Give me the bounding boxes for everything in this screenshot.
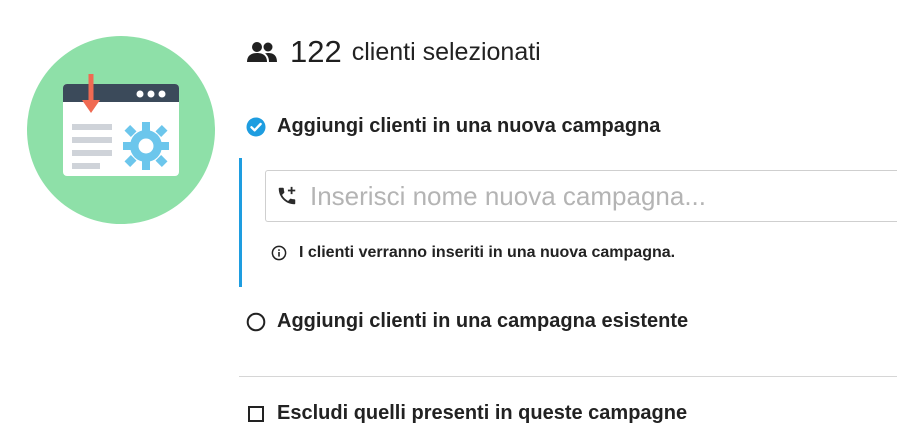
selected-label: clienti selezionati — [351, 37, 541, 66]
import-settings-illustration — [27, 36, 215, 224]
divider — [239, 376, 897, 377]
option-existing-campaign[interactable]: Aggiungi clienti in una campagna esisten… — [246, 310, 688, 333]
checkbox-empty-icon[interactable] — [246, 404, 266, 424]
people-icon — [247, 42, 277, 62]
phone-add-icon — [276, 185, 298, 207]
info-icon — [271, 245, 287, 261]
new-campaign-field[interactable] — [265, 170, 897, 222]
option-new-campaign[interactable]: Aggiungi clienti in una nuova campagna — [246, 115, 660, 138]
option-exclude-label: Escludi quelli presenti in queste campag… — [277, 402, 688, 424]
check-circle-icon[interactable] — [246, 117, 266, 137]
new-campaign-panel: I clienti verranno inseriti in una nuova… — [239, 158, 897, 287]
radio-empty-icon[interactable] — [246, 312, 266, 332]
selected-count: 122 — [290, 34, 342, 69]
selection-summary: 122 clienti selezionati — [246, 30, 541, 74]
option-existing-campaign-label: Aggiungi clienti in una campagna esisten… — [277, 310, 689, 332]
info-message: I clienti verranno inseriti in una nuova… — [271, 244, 675, 262]
info-text: I clienti verranno inseriti in una nuova… — [299, 244, 676, 261]
option-new-campaign-label: Aggiungi clienti in una nuova campagna — [277, 115, 661, 137]
option-exclude-campaigns[interactable]: Escludi quelli presenti in queste campag… — [246, 402, 687, 425]
new-campaign-input[interactable] — [310, 180, 890, 212]
